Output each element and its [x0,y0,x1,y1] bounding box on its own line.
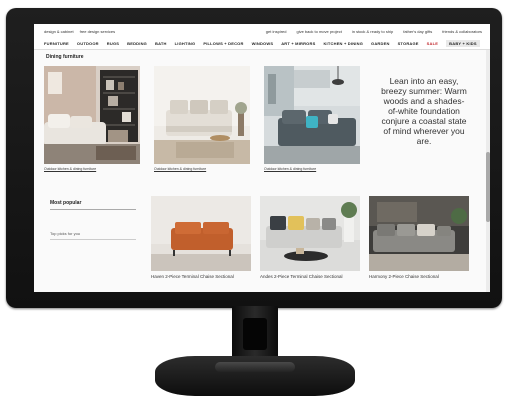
nav-furniture[interactable]: FURNITURE [44,41,69,46]
product-card[interactable]: Harmony 2-Piece Chaise Sectional [369,196,469,280]
nav-rugs[interactable]: RUGS [107,41,119,46]
orange-sofa-photo [151,196,251,271]
monitor-bezel: design & cabinet free design services ge… [6,8,502,308]
category-card[interactable]: Outdoor kitchen & dining furniture [264,66,364,171]
most-popular-heading: Most popular [50,200,82,206]
divider [50,239,136,240]
scrollbar-thumb[interactable] [486,152,490,222]
nav-outdoor[interactable]: OUTDOOR [77,41,99,46]
living-room-photo [44,66,140,164]
product-image[interactable] [151,196,251,271]
nav-storage[interactable]: STORAGE [398,41,419,46]
utility-link[interactable]: in stock & ready to ship [352,29,393,34]
utility-right: get inspired give back to move project i… [266,29,490,34]
monitor-stage: design & cabinet free design services ge… [0,0,509,412]
nav-bedding[interactable]: BEDDING [127,41,147,46]
grey-sectional-photo [369,196,469,271]
most-popular-subheading: Top picks for you [50,231,81,236]
product-image[interactable] [369,196,469,271]
promo-text: Lean into an easy, breezy summer: Warm w… [381,76,467,146]
product-image[interactable] [260,196,360,271]
divider [50,209,136,210]
utility-link[interactable]: give back to move project [296,29,341,34]
product-card[interactable]: Haven 2-Piece Terminal Chaise Sectional [151,196,251,280]
category-card[interactable]: Outdoor kitchen & dining furniture [154,66,254,171]
card-image[interactable] [154,66,250,164]
utility-left: design & cabinet free design services [34,29,115,34]
card-caption[interactable]: Outdoor kitchen & dining furniture [44,167,144,171]
nav-baby-kids[interactable]: BABY + KIDS [446,40,480,47]
utility-link[interactable]: father's day gifts [403,29,432,34]
monitor-base-highlight [215,362,295,372]
nav-windows[interactable]: WINDOWS [252,41,274,46]
nav-art-mirrors[interactable]: ART + MIRRORS [281,41,315,46]
utility-link[interactable]: friends & collaborators [442,29,482,34]
nav-kitchen-dining[interactable]: KITCHEN + DINING [323,41,363,46]
category-nav: FURNITURE OUTDOOR RUGS BEDDING BATH LIGH… [34,38,490,50]
card-image[interactable] [44,66,140,164]
screen: design & cabinet free design services ge… [34,24,490,292]
nav-pillows-decor[interactable]: PILLOWS + DECOR [203,41,243,46]
utility-link[interactable]: design & cabinet [44,29,74,34]
teal-sofa-photo [264,66,360,164]
card-caption[interactable]: Outdoor kitchen & dining furniture [264,167,364,171]
product-name[interactable]: Harmony 2-Piece Chaise Sectional [369,274,469,280]
page-scrollbar[interactable] [486,50,490,292]
nav-lighting[interactable]: LIGHTING [175,41,196,46]
product-name[interactable]: Andes 2-Piece Terminal Chaise Sectional [260,274,360,280]
nav-bath[interactable]: BATH [155,41,167,46]
section-heading: Dining furniture [46,54,84,60]
product-name[interactable]: Haven 2-Piece Terminal Chaise Sectional [151,274,251,280]
nav-sale[interactable]: SALE [427,41,438,46]
utility-link[interactable]: get inspired [266,29,287,34]
category-card[interactable]: Outdoor kitchen & dining furniture [44,66,144,171]
card-caption[interactable]: Outdoor kitchen & dining furniture [154,167,254,171]
white-sofa-photo [260,196,360,271]
sofa-photo [154,66,250,164]
product-card[interactable]: Andes 2-Piece Terminal Chaise Sectional [260,196,360,280]
card-image[interactable] [264,66,360,164]
utility-bar: design & cabinet free design services ge… [34,24,490,39]
utility-link[interactable]: free design services [80,29,116,34]
cable-hole [243,318,267,350]
nav-garden[interactable]: GARDEN [371,41,390,46]
